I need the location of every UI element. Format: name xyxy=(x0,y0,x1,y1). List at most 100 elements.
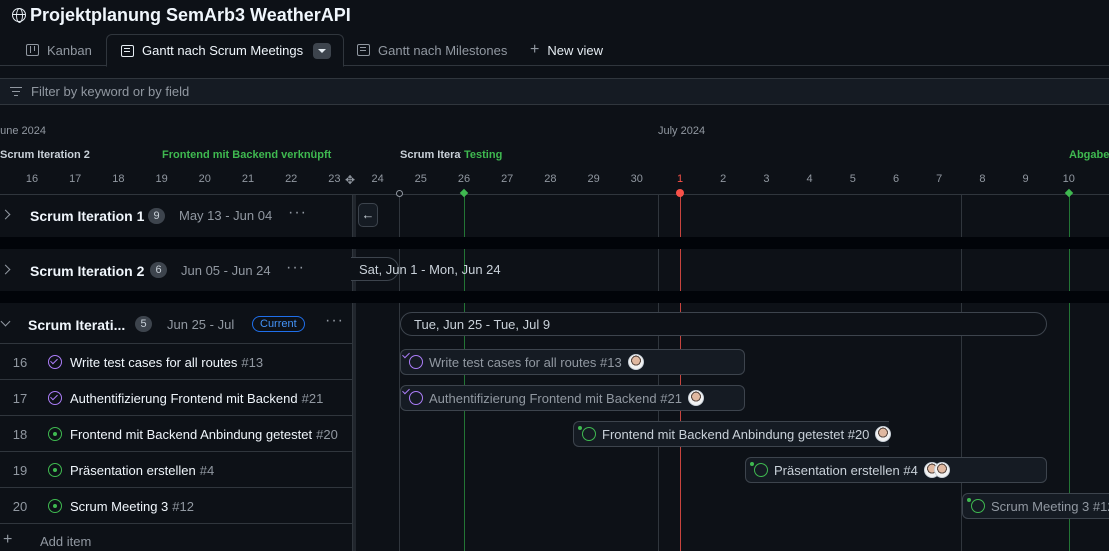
closed-issue-icon xyxy=(48,391,62,405)
scroll-back-button[interactable]: ← xyxy=(358,203,378,227)
add-item-label: Add item xyxy=(40,534,92,549)
day-tick-label: 27 xyxy=(501,173,514,185)
range-label: Sat, Jun 1 - Mon, Jun 24 xyxy=(359,261,501,277)
iteration-range-bar[interactable]: Sat, Jun 1 - Mon, Jun 24 xyxy=(351,257,501,281)
table-row[interactable]: 18 Frontend mit Backend Anbindung getest… xyxy=(0,416,352,452)
gantt-bar[interactable]: Präsentation erstellen #4 xyxy=(745,457,1047,483)
new-view-button[interactable]: + New view xyxy=(530,34,603,66)
day-tick-label: 4 xyxy=(806,173,813,185)
row-number: 20 xyxy=(12,499,28,514)
table-row[interactable]: 17 Authentifizierung Frontend mit Backen… xyxy=(0,380,352,416)
day-tick-label: 22 xyxy=(285,173,298,185)
iteration-marker[interactable]: Scrum Iterat xyxy=(400,149,461,161)
closed-issue-icon xyxy=(409,391,423,405)
group-dates: May 13 - Jun 04 xyxy=(179,208,273,223)
day-tick-label: 9 xyxy=(1022,173,1029,185)
row-divider xyxy=(0,523,352,524)
chevron-right-icon[interactable] xyxy=(0,209,11,220)
bar-label: Präsentation erstellen #4 xyxy=(774,462,918,478)
tab-gantt-milestones[interactable]: Gantt nach Milestones xyxy=(357,34,507,66)
group-name: Scrum Iteration 2 xyxy=(30,263,145,279)
plus-icon: + xyxy=(530,41,540,58)
group-menu-button[interactable]: ··· xyxy=(286,259,305,277)
item-title[interactable]: Authentifizierung Frontend mit Backend #2… xyxy=(70,391,323,406)
group-row-iteration-2[interactable]: Scrum Iteration 2 6 Jun 05 - Jun 24 ··· xyxy=(0,249,352,291)
milestone-diamond-icon xyxy=(459,188,469,198)
day-tick-label: 26 xyxy=(457,173,471,185)
bar-label: Frontend mit Backend Anbindung getestet … xyxy=(602,426,870,442)
day-tick-label: 25 xyxy=(414,173,427,185)
milestone-diamond-icon xyxy=(1064,188,1074,198)
closed-issue-icon xyxy=(48,355,62,369)
add-item-button[interactable]: + Add item xyxy=(0,530,352,551)
day-tick-label: 2 xyxy=(720,173,727,185)
iteration-marker-dot xyxy=(396,190,403,197)
gantt-bar[interactable]: Scrum Meeting 3 #12 xyxy=(962,493,1109,519)
day-tick-label: 8 xyxy=(979,173,986,185)
bar-label: Write test cases for all routes #13 xyxy=(429,354,622,370)
table-row[interactable]: 16 Write test cases for all routes #13 xyxy=(0,344,352,380)
table-icon xyxy=(357,44,370,56)
milestone-marker[interactable]: Frontend mit Backend verknüpft xyxy=(162,149,331,161)
table-row[interactable]: 19 Präsentation erstellen #4 xyxy=(0,452,352,488)
group-separator xyxy=(0,237,1109,249)
day-tick-label: 21 xyxy=(241,173,255,185)
group-menu-button[interactable]: ··· xyxy=(288,204,307,222)
new-view-label: New view xyxy=(547,42,603,58)
project-title-bar: Projektplanung SemArb3 WeatherAPI xyxy=(0,0,1109,30)
item-title[interactable]: Scrum Meeting 3 #12 xyxy=(70,499,194,514)
group-menu-button[interactable]: ··· xyxy=(325,312,344,330)
milestone-marker[interactable]: Abgabe xyxy=(1069,149,1109,161)
group-dates: Jun 05 - Jun 24 xyxy=(181,263,271,278)
iteration-marker[interactable]: Scrum Iteration 2 xyxy=(0,149,90,161)
chevron-down-icon[interactable] xyxy=(0,316,11,327)
milestone-marker[interactable]: Testing xyxy=(464,149,502,161)
day-tick-label: 10 xyxy=(1062,173,1075,185)
item-title[interactable]: Write test cases for all routes #13 xyxy=(70,355,263,370)
globe-icon xyxy=(12,8,26,23)
table-icon xyxy=(121,44,134,57)
tab-kanban[interactable]: Kanban xyxy=(26,34,92,66)
item-title[interactable]: Präsentation erstellen #4 xyxy=(70,463,214,478)
item-title[interactable]: Frontend mit Backend Anbindung getestet #… xyxy=(70,427,338,442)
avatar xyxy=(875,426,892,442)
day-tick-label: 3 xyxy=(763,173,770,185)
day-tick-label: 17 xyxy=(69,173,82,185)
tab-label: Gantt nach Scrum Meetings xyxy=(142,43,304,58)
group-separator xyxy=(0,291,1109,303)
closed-issue-icon xyxy=(409,355,423,369)
gantt-bar[interactable]: Write test cases for all routes #13 xyxy=(400,349,745,375)
avatar xyxy=(687,390,704,406)
filter-icon xyxy=(10,87,22,97)
row-number: 18 xyxy=(12,427,28,442)
day-tick-label: 30 xyxy=(630,173,643,185)
month-label-june: June 2024 xyxy=(0,125,46,137)
day-tick-label: 6 xyxy=(892,173,900,185)
gantt-bar[interactable]: Frontend mit Backend Anbindung getestet … xyxy=(573,421,892,447)
day-tick-label: 29 xyxy=(587,173,600,185)
gantt-bar[interactable]: Authentifizierung Frontend mit Backend #… xyxy=(400,385,745,411)
group-dates: Jun 25 - Jul 0 xyxy=(167,317,237,332)
day-tick-label: 19 xyxy=(155,173,168,185)
plus-icon: + xyxy=(3,531,13,548)
column-resize-icon[interactable]: ✥ xyxy=(345,173,355,187)
group-row-iteration-3[interactable]: Scrum Iterati... 5 Jun 25 - Jul 0 Curren… xyxy=(0,303,352,345)
table-row[interactable]: 20 Scrum Meeting 3 #12 xyxy=(0,488,352,524)
group-row-iteration-1[interactable]: Scrum Iteration 1 9 May 13 - Jun 04 ··· xyxy=(0,195,352,237)
group-name: Scrum Iteration 1 xyxy=(30,208,145,224)
tab-gantt-scrum[interactable]: Gantt nach Scrum Meetings xyxy=(106,34,345,67)
day-tick-label: 28 xyxy=(544,173,557,185)
open-issue-icon xyxy=(754,463,768,477)
current-badge: Current xyxy=(252,316,305,332)
open-issue-icon xyxy=(582,427,596,441)
project-title: Projektplanung SemArb3 WeatherAPI xyxy=(30,4,351,25)
iteration-range-bar[interactable]: Tue, Jun 25 - Tue, Jul 9 xyxy=(400,312,1047,336)
chevron-right-icon[interactable] xyxy=(0,264,11,275)
filter-placeholder: Filter by keyword or by field xyxy=(31,84,190,99)
filter-input[interactable]: Filter by keyword or by field xyxy=(0,78,1109,105)
tab-label: Gantt nach Milestones xyxy=(378,42,508,58)
bar-label: Authentifizierung Frontend mit Backend #… xyxy=(429,390,682,406)
bar-label: Scrum Meeting 3 #12 xyxy=(991,498,1109,514)
row-number: 17 xyxy=(12,391,28,406)
view-options-dropdown[interactable] xyxy=(313,42,332,59)
